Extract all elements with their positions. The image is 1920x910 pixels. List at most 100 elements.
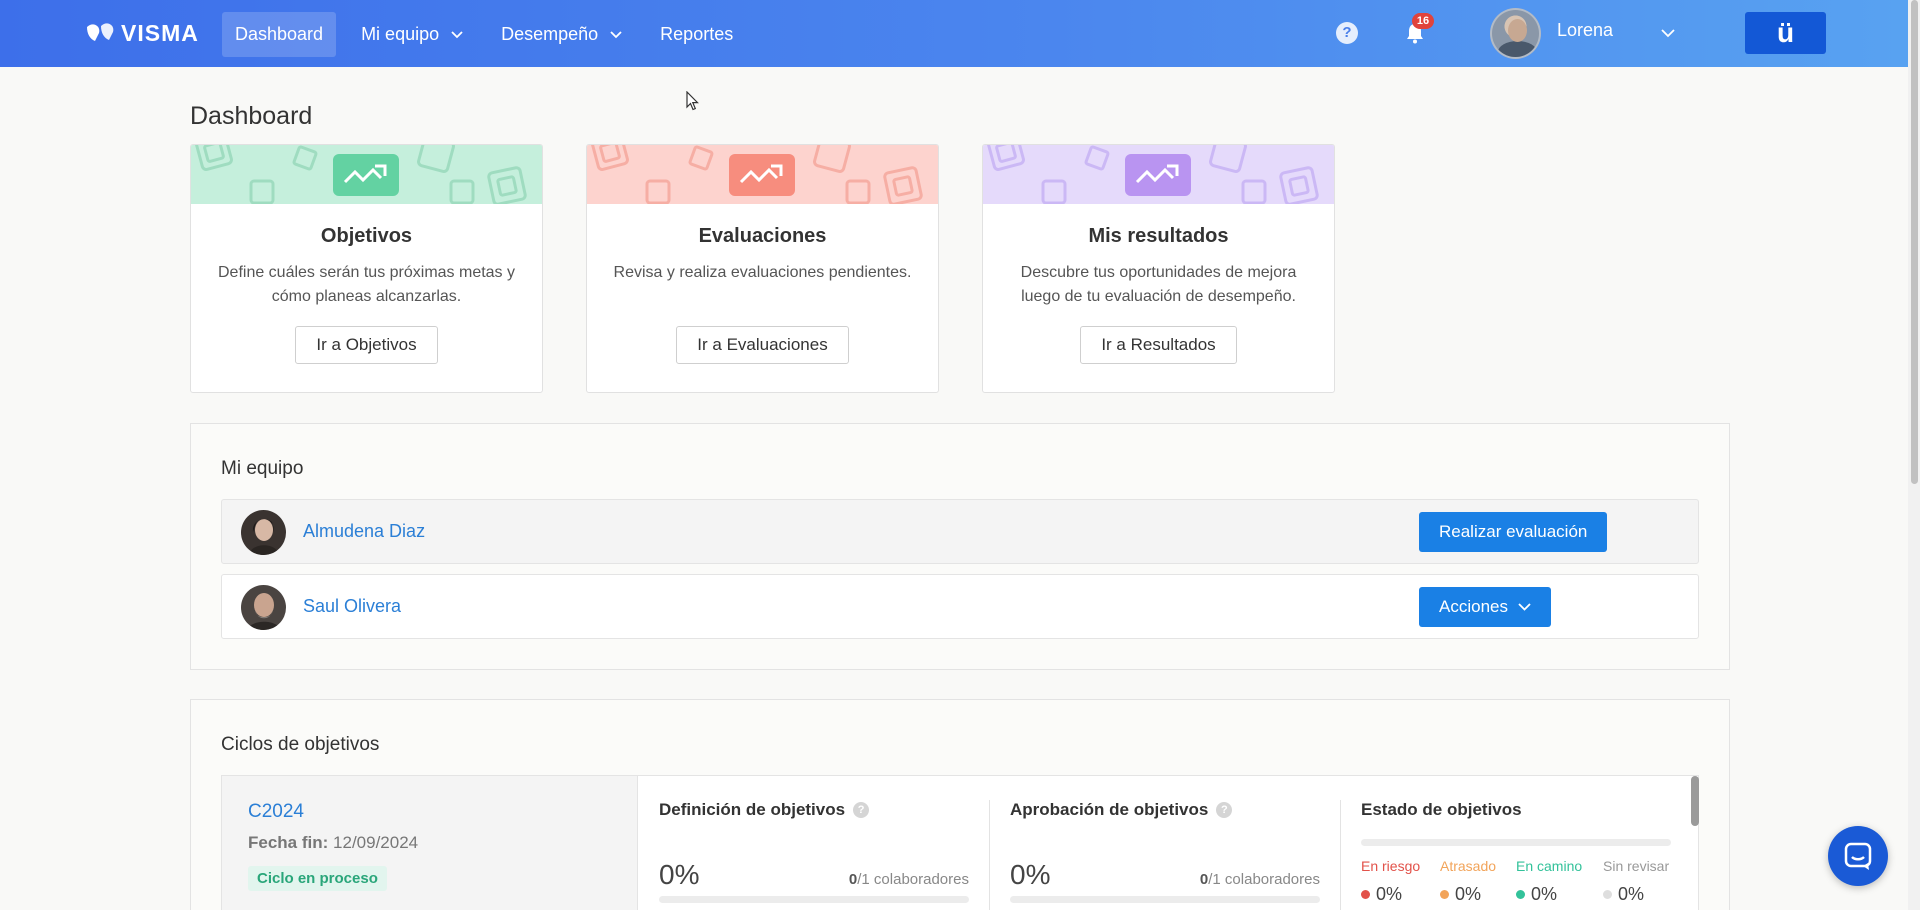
divider: [1340, 800, 1341, 910]
approval-collaborators: 0/1 colaboradores: [1200, 871, 1320, 888]
brand-name: VISMA: [121, 19, 199, 46]
definition-stat: Definición de objetivos ? 0% 0/1 colabor…: [659, 776, 969, 910]
nav-mi-equipo[interactable]: Mi equipo: [348, 12, 476, 57]
card-banner: [191, 145, 542, 204]
nav-dashboard-label: Dashboard: [235, 24, 324, 44]
definition-collaborators: 0/1 colaboradores: [849, 871, 969, 888]
card-objetivos: Objetivos Define cuáles serán tus próxim…: [190, 144, 543, 393]
status-dot: [1603, 890, 1612, 899]
chevron-down-icon: [451, 30, 463, 38]
cycle-scrollbar-thumb[interactable]: [1691, 776, 1699, 826]
question-icon[interactable]: ?: [853, 802, 870, 818]
chat-launcher-button[interactable]: [1828, 826, 1888, 886]
chevron-down-icon: [610, 30, 622, 38]
legend-label: En camino: [1516, 858, 1583, 874]
user-avatar[interactable]: [1490, 8, 1541, 59]
card-title: Evaluaciones: [698, 225, 827, 247]
definition-total: /1 colaboradores: [857, 871, 969, 888]
user-name[interactable]: Lorena: [1557, 20, 1613, 41]
legend-en-camino: En camino 0%: [1516, 858, 1583, 904]
legend-label: Atrasado: [1440, 858, 1497, 874]
member-avatar: [241, 510, 286, 555]
member-avatar: [241, 585, 286, 630]
approval-percent: 0%: [1010, 859, 1051, 890]
definition-percent: 0%: [659, 859, 700, 890]
cycle-status-badge: Ciclo en proceso: [248, 866, 387, 891]
status-dot: [1361, 890, 1370, 899]
nav-desempeno-label: Desempeño: [501, 24, 599, 44]
trend-chart-icon: [1125, 154, 1191, 196]
user-menu-chevron-icon[interactable]: [1661, 29, 1675, 38]
status-dot: [1516, 890, 1525, 899]
member-name-link[interactable]: Saul Olivera: [303, 596, 401, 617]
cycle-end-value: 12/09/2024: [333, 833, 419, 852]
nav-reportes-label: Reportes: [660, 24, 734, 44]
approval-done-count: 0: [1199, 871, 1209, 888]
approval-progress-bar: [1010, 896, 1320, 903]
page-scrollbar-thumb[interactable]: [1911, 0, 1918, 484]
approval-title-label: Aprobación de objetivos: [1010, 800, 1209, 819]
legend-en-riesgo: En riesgo 0%: [1361, 858, 1421, 904]
divider: [989, 800, 990, 910]
realizar-evaluacion-label: Realizar evaluación: [1439, 522, 1588, 541]
chat-icon: [1844, 842, 1872, 870]
cycle-card: C2024 Fecha fin: 12/09/2024 Ciclo en pro…: [221, 775, 1699, 910]
ir-a-objetivos-button[interactable]: Ir a Objetivos: [295, 326, 438, 364]
nav-reportes[interactable]: Reportes: [647, 12, 746, 57]
cycle-summary: C2024 Fecha fin: 12/09/2024 Ciclo en pro…: [222, 776, 638, 910]
help-icon[interactable]: ?: [1336, 22, 1358, 44]
definition-title-label: Definición de objetivos: [659, 800, 846, 819]
question-icon[interactable]: ?: [1216, 802, 1233, 818]
estado-title: Estado de objetivos: [1361, 800, 1522, 819]
card-title: Mis resultados: [1088, 225, 1229, 247]
acciones-dropdown-button[interactable]: Acciones: [1419, 587, 1551, 627]
ir-a-resultados-button[interactable]: Ir a Resultados: [1080, 326, 1237, 364]
definition-done-count: 0: [848, 871, 858, 888]
legend-label: Sin revisar: [1603, 858, 1670, 874]
estado-progress-bar: [1361, 839, 1671, 846]
visma-logo[interactable]: VISMA: [85, 20, 199, 46]
nav-desempeno[interactable]: Desempeño: [488, 12, 635, 57]
main-nav: Dashboard Mi equipo Desempeño Reportes: [222, 12, 758, 57]
card-title: Objetivos: [320, 225, 413, 247]
legend-value: 0%: [1618, 884, 1645, 904]
page-title: Dashboard: [190, 102, 313, 130]
top-navbar: VISMA Dashboard Mi equipo Desempeño Repo…: [0, 0, 1908, 67]
card-banner: [983, 145, 1334, 204]
legend-value: 0%: [1376, 884, 1403, 904]
member-name-link[interactable]: Almudena Diaz: [303, 521, 425, 542]
card-mis-resultados: Mis resultados Descubre tus oportunidade…: [982, 144, 1335, 393]
team-member-row: Almudena Diaz Realizar evaluación: [221, 499, 1699, 564]
trend-chart-icon: [333, 154, 399, 196]
card-description: Revisa y realiza evaluaciones pendientes…: [613, 264, 912, 281]
card-description: Define cuáles serán tus próximas metas y…: [217, 264, 515, 305]
approval-total: /1 colaboradores: [1208, 871, 1320, 888]
definition-progress-bar: [659, 896, 969, 903]
card-description: Descubre tus oportunidades de mejora lue…: [1020, 264, 1297, 305]
cycle-end-label: Fecha fin:: [248, 833, 329, 852]
nav-mi-equipo-label: Mi equipo: [361, 24, 440, 44]
app-switcher-button[interactable]: ü: [1745, 12, 1826, 54]
ir-a-evaluaciones-button[interactable]: Ir a Evaluaciones: [676, 326, 849, 364]
team-panel: Mi equipo Almudena Diaz Realizar evaluac…: [190, 423, 1730, 670]
legend-label: En riesgo: [1361, 858, 1421, 874]
visma-logo-icon: [87, 23, 114, 41]
cycle-end-date: Fecha fin: 12/09/2024: [248, 833, 418, 853]
trend-chart-icon: [729, 154, 795, 196]
legend-sin-revisar: Sin revisar 0%: [1603, 858, 1670, 904]
cycle-name-link[interactable]: C2024: [248, 801, 304, 823]
mouse-cursor-icon: [686, 91, 699, 111]
acciones-label: Acciones: [1439, 597, 1508, 616]
card-banner: [587, 145, 938, 204]
legend-atrasado: Atrasado 0%: [1440, 858, 1497, 904]
approval-stat: Aprobación de objetivos ? 0% 0/1 colabor…: [1010, 776, 1320, 910]
card-evaluaciones: Evaluaciones Revisa y realiza evaluacion…: [586, 144, 939, 393]
cycles-title: Ciclos de objetivos: [221, 734, 380, 755]
realizar-evaluacion-button[interactable]: Realizar evaluación: [1419, 512, 1608, 552]
nav-dashboard[interactable]: Dashboard: [222, 12, 337, 57]
chevron-down-icon: [1518, 603, 1531, 611]
team-member-row: Saul Olivera Acciones: [221, 574, 1699, 639]
notification-count-badge: 16: [1412, 13, 1434, 29]
cycles-panel: Ciclos de objetivos C2024 Fecha fin: 12/…: [190, 699, 1730, 910]
approval-title: Aprobación de objetivos ?: [1010, 800, 1233, 820]
